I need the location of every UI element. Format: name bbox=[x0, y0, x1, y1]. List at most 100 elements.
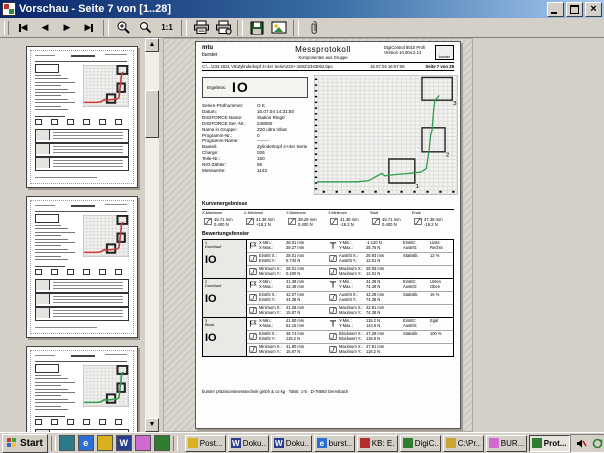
print-button[interactable] bbox=[190, 19, 212, 37]
start-button[interactable]: Start bbox=[2, 434, 48, 453]
curve-result-item: Ende47.38 mm-18.2 N bbox=[412, 209, 454, 227]
pink-app-icon[interactable] bbox=[135, 435, 151, 451]
software-version: Version 10.004.2.14 bbox=[384, 50, 434, 55]
win-window-icon bbox=[327, 332, 338, 342]
minimize-button[interactable] bbox=[547, 2, 564, 17]
attach-button[interactable] bbox=[302, 19, 324, 37]
print-setup-icon bbox=[215, 20, 232, 35]
task-button-doku[interactable]: WDoku... bbox=[271, 435, 312, 452]
zoom-out-button[interactable] bbox=[134, 19, 156, 37]
export-image-button[interactable] bbox=[268, 19, 290, 37]
win-window-icon bbox=[327, 345, 338, 355]
field-value: Z20 ultra Vibar bbox=[257, 127, 287, 133]
task-label: burst... bbox=[329, 439, 352, 448]
zoom-in-button[interactable] bbox=[112, 19, 134, 37]
window-type: Block bbox=[205, 323, 244, 327]
taskbar-divider bbox=[173, 436, 178, 451]
window-detail-cell: Eintritt X.:42.07 mmEintritt Y.:44.38 N bbox=[247, 293, 327, 303]
ie-icon[interactable]: e bbox=[78, 435, 94, 451]
curve-result-value-y: 0.400 N bbox=[298, 222, 317, 227]
detail-label: Austritt: bbox=[403, 246, 430, 251]
window-detail-cell: Maximum X.:28.93 mmMaximum Y.:12.01 N bbox=[327, 267, 403, 277]
curve-result-item: Y-Maximum39.29 mm0.400 N bbox=[286, 209, 328, 227]
detail-label: Y-Max.: bbox=[339, 246, 366, 251]
detail-label: Austritt Y.: bbox=[339, 259, 366, 264]
detail-value: 115.2 N bbox=[286, 336, 300, 341]
task-button-prot[interactable]: Prot... bbox=[529, 435, 570, 452]
detail-label: Y-Max.: bbox=[339, 285, 366, 290]
tbar-window-icon bbox=[327, 319, 338, 329]
task-button-doku[interactable]: WDoku... bbox=[228, 435, 269, 452]
detail-pair: Y-Max.:74.38 N bbox=[339, 285, 380, 290]
task-button-cpr[interactable]: C:\Pr... bbox=[443, 435, 484, 452]
page-thumbnail-2[interactable] bbox=[26, 196, 138, 338]
first-page-button[interactable]: ◀ bbox=[12, 19, 34, 37]
detail-label: Maximum Y.: bbox=[339, 272, 366, 277]
window-detail-cell: X-Min.:28.01 mmX-Max.:29.27 mm bbox=[247, 241, 327, 251]
restore-button[interactable] bbox=[566, 2, 583, 17]
window-detail-cell: Statistik:16 % bbox=[403, 293, 453, 303]
curve-icon bbox=[412, 217, 423, 227]
close-button[interactable]: × bbox=[585, 2, 602, 17]
window-detail-cell: Austritt X.:28.93 mmAustritt Y.:12.01 N bbox=[327, 254, 403, 264]
curve-results-section: Kurvenergebnisse X-Maximum45.71 mm0.400 … bbox=[202, 201, 454, 227]
mute-icon[interactable] bbox=[575, 437, 588, 450]
detail-pair: Statistik:100 % bbox=[403, 332, 442, 337]
detail-pair: Austritt Y.:74.38 N bbox=[339, 298, 384, 303]
next-page-button[interactable]: ▶ bbox=[56, 19, 78, 37]
scroll-down-button[interactable]: ▼ bbox=[145, 418, 159, 432]
evaluation-windows-section: Bewertungsfenster 1DurchlaufIOX-Min.:28.… bbox=[202, 231, 454, 357]
window-detail-cell: X-Min.:41.80 mmX-Max.:51.15 mm bbox=[247, 319, 327, 329]
task-icon bbox=[360, 438, 370, 448]
curve-icon bbox=[244, 217, 255, 227]
thumbnail-scrollbar[interactable]: ▲ ▼ bbox=[145, 38, 159, 432]
show-desktop-icon[interactable] bbox=[59, 435, 75, 451]
task-button-kbe[interactable]: KB: E... bbox=[357, 435, 398, 452]
detail-value: 118.8 N bbox=[366, 336, 380, 341]
prev-page-icon: ◀ bbox=[42, 23, 49, 32]
task-icon bbox=[403, 438, 413, 448]
flag-window-icon bbox=[247, 241, 258, 251]
detail-label: Maximum Y.: bbox=[339, 350, 366, 355]
result-box: Ergebnis: IO bbox=[202, 77, 308, 98]
window-detail-row: Eintritt X.:42.07 mmEintritt Y.:44.38 N A… bbox=[247, 291, 453, 304]
window-detail-cell: Statistik:100 % bbox=[403, 332, 453, 342]
print-datetime: 16.07.04 16:07:06 bbox=[370, 64, 422, 69]
scrollbar-thumb[interactable] bbox=[145, 90, 159, 138]
page-thumbnail-1[interactable] bbox=[26, 46, 138, 188]
quick-launch: eW bbox=[59, 435, 170, 451]
detail-pair: Eintritt Y.:115.2 N bbox=[259, 337, 304, 342]
scheduler-icon[interactable] bbox=[591, 437, 604, 450]
task-button-post[interactable]: Post... bbox=[185, 435, 226, 452]
field-row: Messwerte:1143 bbox=[202, 168, 314, 174]
task-icon bbox=[489, 438, 499, 448]
last-page-button[interactable]: ▶ bbox=[78, 19, 100, 37]
detail-value: 42.48 mm bbox=[286, 284, 304, 289]
zoom-100-button[interactable]: 1:1 bbox=[156, 19, 178, 37]
task-button-digic[interactable]: DigiC... bbox=[400, 435, 441, 452]
evaluation-window-row: 2DurchlaufIOX-Min.:41.38 mmX-Max.:42.48 … bbox=[203, 279, 453, 318]
window-detail-row: X-Min.:41.80 mmX-Max.:51.15 mmY-Min.:115… bbox=[247, 318, 453, 330]
green-app-icon[interactable] bbox=[154, 435, 170, 451]
prev-page-button[interactable]: ◀ bbox=[34, 19, 56, 37]
notes-icon[interactable] bbox=[97, 435, 113, 451]
word-icon[interactable]: W bbox=[116, 435, 132, 451]
task-button-bur[interactable]: BUR... bbox=[486, 435, 527, 452]
toolbar-separator bbox=[237, 20, 243, 36]
task-buttons: Post...WDoku...WDoku...eburst...KB: E...… bbox=[185, 435, 570, 452]
scroll-up-button[interactable]: ▲ bbox=[145, 38, 159, 52]
evaluation-window-row: 3BlockIOX-Min.:41.80 mmX-Max.:51.15 mmY-… bbox=[203, 318, 453, 356]
detail-pair: Eintritt Y.:0.734 N bbox=[259, 259, 304, 264]
curve-result-label: Y-Maximum bbox=[286, 209, 328, 216]
toolbar-grip[interactable] bbox=[4, 21, 9, 35]
save-button[interactable] bbox=[246, 19, 268, 37]
win-window-icon bbox=[327, 293, 338, 303]
task-button-burst[interactable]: eburst... bbox=[314, 435, 355, 452]
detail-pair: Austritt:Oben bbox=[403, 285, 441, 290]
detail-label: Austritt Y.: bbox=[339, 298, 366, 303]
win-window-icon bbox=[327, 267, 338, 277]
detail-pair: Austritt:- bbox=[403, 324, 438, 329]
page-thumbnail-3[interactable] bbox=[26, 346, 138, 432]
print-setup-button[interactable] bbox=[212, 19, 234, 37]
zoom-out-icon bbox=[139, 21, 152, 34]
